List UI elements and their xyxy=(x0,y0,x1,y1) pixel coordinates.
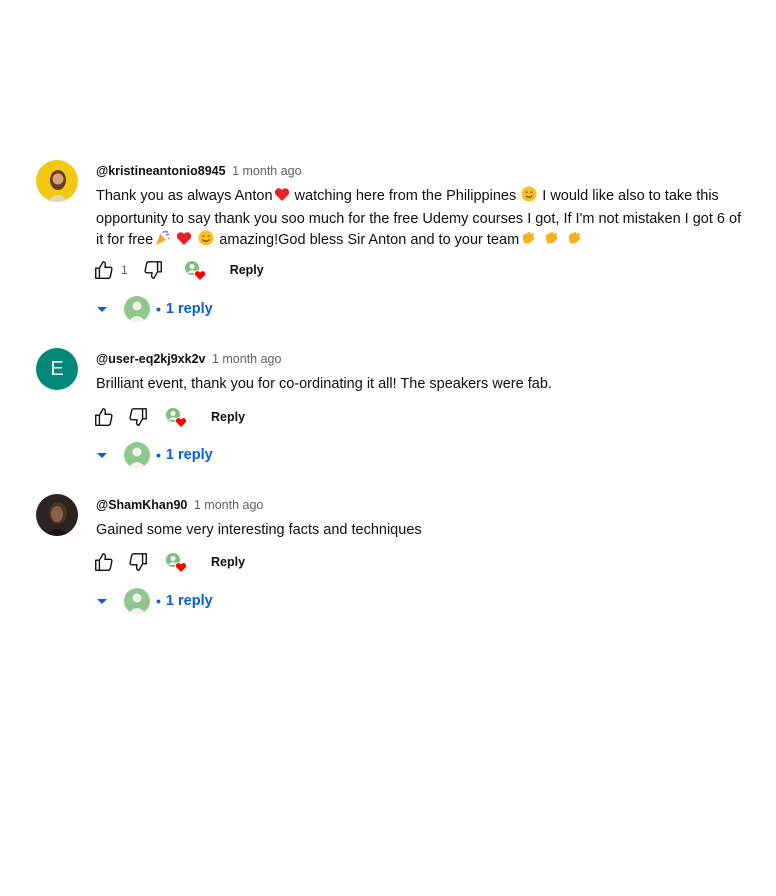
clapping-hands-emoji xyxy=(566,230,583,253)
comment-text: Brilliant event, thank you for co-ordina… xyxy=(96,376,552,392)
creator-heart-icon xyxy=(166,553,187,574)
separator-dot: • xyxy=(156,593,161,609)
view-replies-button[interactable]: • 1 reply xyxy=(90,588,213,614)
replies-count-label: 1 reply xyxy=(165,593,213,609)
avatar[interactable] xyxy=(36,160,78,202)
creator-heart-icon xyxy=(166,408,187,429)
red-heart-emoji xyxy=(176,231,192,253)
view-replies-button[interactable]: • 1 reply xyxy=(90,296,213,322)
replies-count-label: 1 reply xyxy=(165,447,213,463)
avatar-photo xyxy=(36,494,78,536)
author-name[interactable]: @kristineantonio8945 xyxy=(96,164,226,178)
creator-avatar xyxy=(124,442,150,468)
view-replies-button[interactable]: • 1 reply xyxy=(90,442,213,468)
like-button[interactable] xyxy=(93,551,115,573)
like-button[interactable] xyxy=(93,259,115,281)
clapping-hands-emoji xyxy=(520,230,537,253)
creator-heart-badge[interactable] xyxy=(165,552,187,574)
comment-actions: Reply xyxy=(93,550,245,574)
creator-heart-icon xyxy=(184,261,206,282)
comment-actions: 1 Reply xyxy=(93,258,264,282)
dislike-button[interactable] xyxy=(142,259,164,281)
replies-count-label: 1 reply xyxy=(165,301,213,317)
dislike-button[interactable] xyxy=(127,551,149,573)
comment-text-part: watching here from the Philippines xyxy=(290,188,521,204)
comment-text-part: Thank you as always Anton xyxy=(96,188,273,204)
author-name[interactable]: @user-eq2kj9xk2v xyxy=(96,352,205,366)
creator-heart-badge[interactable] xyxy=(165,407,187,429)
like-button[interactable] xyxy=(93,406,115,428)
clapping-hands-emoji xyxy=(543,230,560,253)
party-popper-emoji xyxy=(154,230,170,253)
thumbs-down-icon xyxy=(129,408,147,426)
comment-text-part xyxy=(193,232,197,248)
avatar[interactable] xyxy=(36,494,78,536)
comment-timestamp[interactable]: 1 month ago xyxy=(232,164,302,178)
comment-text-part: amazing!God bless Sir Anton and to your … xyxy=(215,232,520,248)
comment-header: @kristineantonio8945 1 month ago xyxy=(96,163,752,179)
red-heart-emoji xyxy=(274,187,290,209)
creator-avatar xyxy=(124,588,150,614)
comment-header: @ShamKhan90 1 month ago xyxy=(96,497,752,513)
smile-emoji xyxy=(521,186,537,209)
comment-timestamp[interactable]: 1 month ago xyxy=(194,498,264,512)
caret-down-icon xyxy=(97,599,107,604)
thumbs-up-icon xyxy=(95,553,113,571)
avatar-photo xyxy=(36,160,78,202)
smile-emoji xyxy=(198,230,214,253)
reply-button[interactable]: Reply xyxy=(211,555,245,569)
reply-button[interactable]: Reply xyxy=(230,263,264,277)
comment-text: Gained some very interesting facts and t… xyxy=(96,522,422,538)
thumbs-down-icon xyxy=(129,553,147,571)
thumbs-up-icon xyxy=(95,261,113,279)
author-name[interactable]: @ShamKhan90 xyxy=(96,498,187,512)
avatar-letter: E xyxy=(50,357,64,380)
thumbs-up-icon xyxy=(95,408,113,426)
caret-down-icon xyxy=(97,307,107,312)
avatar[interactable]: E xyxy=(36,348,78,390)
comment-header: @user-eq2kj9xk2v 1 month ago xyxy=(96,351,752,367)
reply-button[interactable]: Reply xyxy=(211,410,245,424)
comment-text: Thank you as always Anton watching here … xyxy=(96,186,752,253)
like-count: 1 xyxy=(121,263,128,277)
caret-down-icon xyxy=(97,453,107,458)
separator-dot: • xyxy=(156,301,161,317)
dislike-button[interactable] xyxy=(127,406,149,428)
comment-actions: Reply xyxy=(93,405,245,429)
comment-text-part xyxy=(171,232,175,248)
creator-avatar xyxy=(124,296,150,322)
comment-timestamp[interactable]: 1 month ago xyxy=(212,352,282,366)
separator-dot: • xyxy=(156,447,161,463)
creator-heart-badge[interactable] xyxy=(184,260,206,282)
thumbs-down-icon xyxy=(144,261,162,279)
